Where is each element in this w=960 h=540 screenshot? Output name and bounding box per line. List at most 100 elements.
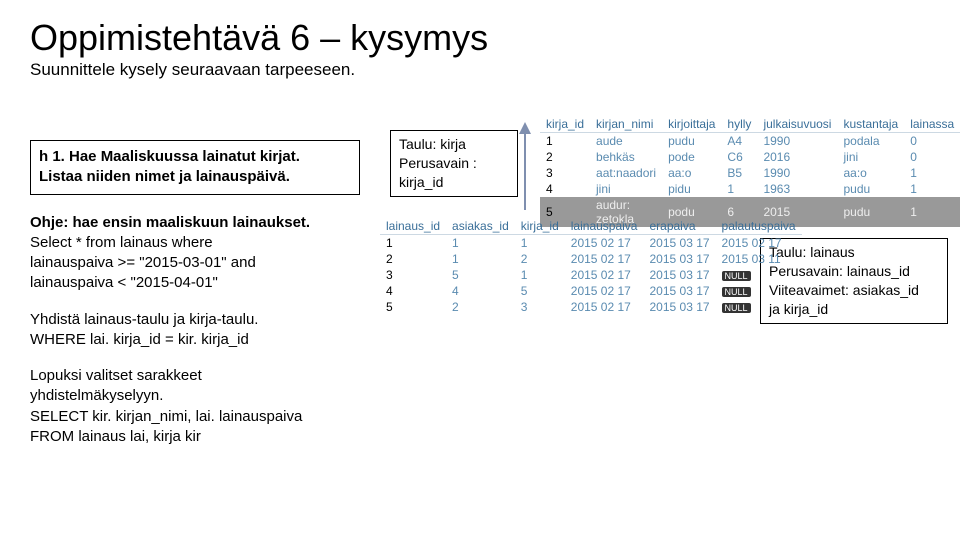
cell: 1 (904, 165, 960, 181)
cell: 1 (540, 133, 590, 150)
table-row: 1audepuduA41990podala0 (540, 133, 960, 150)
cell: 4 (540, 181, 590, 197)
cell: aat:naadori (590, 165, 662, 181)
cell: 0 (904, 149, 960, 165)
cell: 2015 03 17 (643, 283, 715, 299)
cell: 2015 02 17 (716, 235, 802, 252)
box-kirja-l1: Taulu: kirja (399, 135, 509, 154)
lopuksi-line-4: FROM lainaus lai, kirja kir (30, 428, 201, 445)
page-title: Oppimistehtävä 6 – kysymys (30, 18, 930, 58)
col-header: erapaiva (643, 218, 715, 235)
yhdista-block: Yhdistä lainaus-taulu ja kirja-taulu. WH… (30, 310, 360, 351)
cell: A4 (721, 133, 757, 150)
cell: 1990 (757, 133, 837, 150)
table-row: 4jinipidu11963pudu1 (540, 181, 960, 197)
cell: pudu (662, 133, 721, 150)
cell: 2015 03 17 (643, 251, 715, 267)
col-header: julkaisuvuosi (757, 116, 837, 133)
cell: NULL (716, 283, 802, 299)
lopuksi-block: Lopuksi valitset sarakkeet yhdistelmäkys… (30, 366, 360, 447)
col-header: kirjan_nimi (590, 116, 662, 133)
cell: 5 (380, 299, 446, 315)
col-header: lainaus_id (380, 218, 446, 235)
cell: 2015 03 17 (643, 299, 715, 315)
task-box: h 1. Hae Maaliskuussa lainatut kirjat. L… (30, 140, 360, 195)
table-row: 2behkäspodeC62016jini0 (540, 149, 960, 165)
cell: 1 (721, 181, 757, 197)
task-line-1: h 1. Hae Maaliskuussa lainatut kirjat. (39, 147, 351, 167)
col-header: kirja_id (540, 116, 590, 133)
cell: 1963 (757, 181, 837, 197)
subtitle: Suunnittele kysely seuraavaan tarpeeseen… (30, 60, 930, 80)
cell: 1 (446, 251, 515, 267)
col-header: lainassa (904, 116, 960, 133)
cell: aa:o (837, 165, 904, 181)
box-kirja-l3: kirja_id (399, 173, 509, 192)
cell: 3 (380, 267, 446, 283)
table-kirja: kirja_idkirjan_nimikirjoittajahyllyjulka… (540, 116, 960, 227)
table-row: 4452015 02 172015 03 17NULL (380, 283, 802, 299)
cell: 2015 03 17 (643, 267, 715, 283)
info-box-kirja: Taulu: kirja Perusavain : kirja_id (390, 130, 518, 197)
ohje-sql-3: lainauspaiva < "2015-04-01" (30, 274, 218, 291)
cell: 2015 03 11 (716, 251, 802, 267)
left-column: h 1. Hae Maaliskuussa lainatut kirjat. L… (30, 140, 360, 463)
task-line-2: Listaa niiden nimet ja lainauspäivä. (39, 167, 351, 187)
cell: aude (590, 133, 662, 150)
col-header: palautuspaiva (716, 218, 802, 235)
cell: jini (590, 181, 662, 197)
cell: podala (837, 133, 904, 150)
cell: NULL (716, 299, 802, 315)
ohje-intro: Ohje: hae ensin maaliskuun lainaukset. (30, 214, 310, 231)
cell: 2015 02 17 (565, 283, 644, 299)
cell: 2 (515, 251, 565, 267)
table-row: 1112015 02 172015 03 172015 02 17 (380, 235, 802, 252)
cell: pidu (662, 181, 721, 197)
cell: 1 (380, 235, 446, 252)
cell: pode (662, 149, 721, 165)
table-row: 2122015 02 172015 03 172015 03 11 (380, 251, 802, 267)
cell: 2016 (757, 149, 837, 165)
cell: 1 (515, 235, 565, 252)
cell: 0 (904, 133, 960, 150)
yhdista-line-1: Yhdistä lainaus-taulu ja kirja-taulu. (30, 311, 258, 328)
cell: behkäs (590, 149, 662, 165)
cell: B5 (721, 165, 757, 181)
table-lainaus: lainaus_idasiakas_idkirja_idlainauspaiva… (380, 218, 802, 315)
cell: 5 (446, 267, 515, 283)
cell: 1 (515, 267, 565, 283)
col-header: kirja_id (515, 218, 565, 235)
cell: pudu (837, 197, 904, 227)
cell: 1 (904, 197, 960, 227)
cell: 2 (446, 299, 515, 315)
cell: 1 (904, 181, 960, 197)
cell: 1990 (757, 165, 837, 181)
col-header: kirjoittaja (662, 116, 721, 133)
cell: 3 (540, 165, 590, 181)
cell: 2015 02 17 (565, 299, 644, 315)
cell: C6 (721, 149, 757, 165)
yhdista-line-2: WHERE lai. kirja_id = kir. kirja_id (30, 331, 249, 348)
cell: 4 (380, 283, 446, 299)
slide: Oppimistehtävä 6 – kysymys Suunnittele k… (0, 0, 960, 540)
col-header: lainauspaiva (565, 218, 644, 235)
cell: NULL (716, 267, 802, 283)
col-header: hylly (721, 116, 757, 133)
cell: 2 (540, 149, 590, 165)
cell: 2 (380, 251, 446, 267)
arrow-up-icon (524, 124, 526, 210)
table-row: 5232015 02 172015 03 17NULL (380, 299, 802, 315)
cell: 3 (515, 299, 565, 315)
cell: 2015 02 17 (565, 235, 644, 252)
cell: 2015 02 17 (565, 267, 644, 283)
ohje-sql-2: lainauspaiva >= "2015-03-01" and (30, 254, 256, 271)
cell: 2015 03 17 (643, 235, 715, 252)
cell: pudu (837, 181, 904, 197)
cell: 1 (446, 235, 515, 252)
lopuksi-line-1: Lopuksi valitset sarakkeet (30, 367, 202, 384)
table-row: 3512015 02 172015 03 17NULL (380, 267, 802, 283)
col-header: kustantaja (837, 116, 904, 133)
lopuksi-line-3: SELECT kir. kirjan_nimi, lai. lainauspai… (30, 408, 302, 425)
lopuksi-line-2: yhdistelmäkyselyyn. (30, 387, 163, 404)
col-header: asiakas_id (446, 218, 515, 235)
